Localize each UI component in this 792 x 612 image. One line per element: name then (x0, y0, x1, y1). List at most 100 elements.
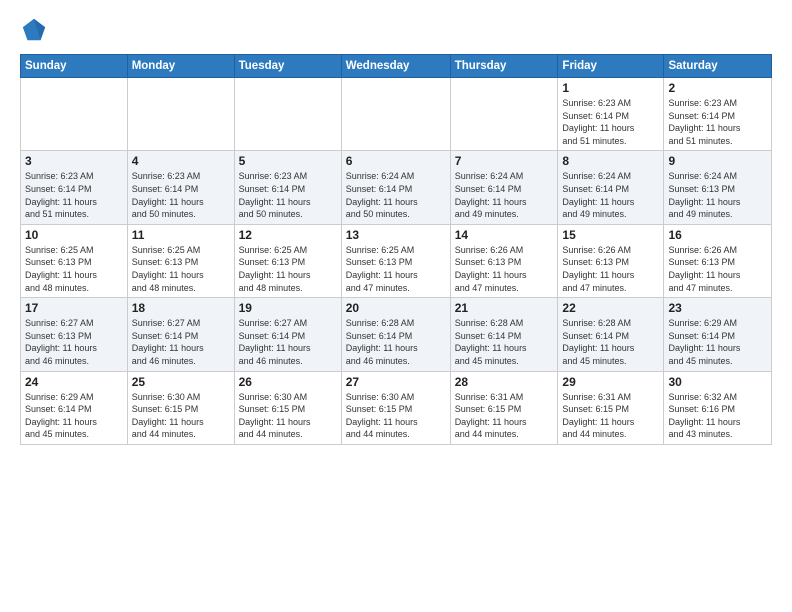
day-info: Sunrise: 6:29 AM Sunset: 6:14 PM Dayligh… (668, 317, 767, 367)
weekday-header-monday: Monday (127, 55, 234, 78)
calendar-cell: 13 Sunrise: 6:25 AM Sunset: 6:13 PM Dayli… (341, 224, 450, 297)
day-number: 4 (132, 154, 230, 168)
weekday-header-row: SundayMondayTuesdayWednesdayThursdayFrid… (21, 55, 772, 78)
day-number: 27 (346, 375, 446, 389)
day-number: 12 (239, 228, 337, 242)
weekday-header-saturday: Saturday (664, 55, 772, 78)
day-number: 21 (455, 301, 554, 315)
calendar-cell (127, 78, 234, 151)
day-info: Sunrise: 6:28 AM Sunset: 6:14 PM Dayligh… (346, 317, 446, 367)
day-info: Sunrise: 6:24 AM Sunset: 6:14 PM Dayligh… (346, 170, 446, 220)
calendar-cell: 9 Sunrise: 6:24 AM Sunset: 6:13 PM Daylig… (664, 151, 772, 224)
day-info: Sunrise: 6:30 AM Sunset: 6:15 PM Dayligh… (346, 391, 446, 441)
calendar-week-row: 17 Sunrise: 6:27 AM Sunset: 6:13 PM Dayli… (21, 298, 772, 371)
calendar-cell: 27 Sunrise: 6:30 AM Sunset: 6:15 PM Dayli… (341, 371, 450, 444)
day-info: Sunrise: 6:24 AM Sunset: 6:14 PM Dayligh… (562, 170, 659, 220)
day-info: Sunrise: 6:23 AM Sunset: 6:14 PM Dayligh… (562, 97, 659, 147)
day-info: Sunrise: 6:26 AM Sunset: 6:13 PM Dayligh… (455, 244, 554, 294)
day-info: Sunrise: 6:31 AM Sunset: 6:15 PM Dayligh… (562, 391, 659, 441)
day-info: Sunrise: 6:25 AM Sunset: 6:13 PM Dayligh… (25, 244, 123, 294)
calendar-table: SundayMondayTuesdayWednesdayThursdayFrid… (20, 54, 772, 445)
calendar-cell (450, 78, 558, 151)
day-number: 14 (455, 228, 554, 242)
day-info: Sunrise: 6:24 AM Sunset: 6:14 PM Dayligh… (455, 170, 554, 220)
calendar-cell: 20 Sunrise: 6:28 AM Sunset: 6:14 PM Dayli… (341, 298, 450, 371)
day-info: Sunrise: 6:31 AM Sunset: 6:15 PM Dayligh… (455, 391, 554, 441)
day-info: Sunrise: 6:25 AM Sunset: 6:13 PM Dayligh… (239, 244, 337, 294)
day-info: Sunrise: 6:23 AM Sunset: 6:14 PM Dayligh… (239, 170, 337, 220)
day-info: Sunrise: 6:26 AM Sunset: 6:13 PM Dayligh… (562, 244, 659, 294)
day-info: Sunrise: 6:24 AM Sunset: 6:13 PM Dayligh… (668, 170, 767, 220)
calendar-cell: 22 Sunrise: 6:28 AM Sunset: 6:14 PM Dayli… (558, 298, 664, 371)
calendar-cell: 2Sunrise: 6:23 AM Sunset: 6:14 PM Daylig… (664, 78, 772, 151)
day-info: Sunrise: 6:28 AM Sunset: 6:14 PM Dayligh… (562, 317, 659, 367)
day-number: 1 (562, 81, 659, 95)
day-info: Sunrise: 6:27 AM Sunset: 6:14 PM Dayligh… (239, 317, 337, 367)
calendar-cell: 24Sunrise: 6:29 AM Sunset: 6:14 PM Dayli… (21, 371, 128, 444)
calendar-cell: 5 Sunrise: 6:23 AM Sunset: 6:14 PM Daylig… (234, 151, 341, 224)
day-info: Sunrise: 6:23 AM Sunset: 6:14 PM Dayligh… (132, 170, 230, 220)
calendar-cell: 10 Sunrise: 6:25 AM Sunset: 6:13 PM Dayli… (21, 224, 128, 297)
day-info: Sunrise: 6:23 AM Sunset: 6:14 PM Dayligh… (25, 170, 123, 220)
day-number: 28 (455, 375, 554, 389)
day-number: 5 (239, 154, 337, 168)
weekday-header-tuesday: Tuesday (234, 55, 341, 78)
calendar-cell: 4 Sunrise: 6:23 AM Sunset: 6:14 PM Daylig… (127, 151, 234, 224)
calendar-cell: 1 Sunrise: 6:23 AM Sunset: 6:14 PM Daylig… (558, 78, 664, 151)
day-number: 30 (668, 375, 767, 389)
weekday-header-sunday: Sunday (21, 55, 128, 78)
calendar-week-row: 24Sunrise: 6:29 AM Sunset: 6:14 PM Dayli… (21, 371, 772, 444)
calendar-cell: 28 Sunrise: 6:31 AM Sunset: 6:15 PM Dayli… (450, 371, 558, 444)
calendar-cell: 15 Sunrise: 6:26 AM Sunset: 6:13 PM Dayli… (558, 224, 664, 297)
day-number: 16 (668, 228, 767, 242)
day-info: Sunrise: 6:32 AM Sunset: 6:16 PM Dayligh… (668, 391, 767, 441)
calendar-cell: 17 Sunrise: 6:27 AM Sunset: 6:13 PM Dayli… (21, 298, 128, 371)
day-number: 18 (132, 301, 230, 315)
day-number: 2 (668, 81, 767, 95)
calendar-week-row: 1 Sunrise: 6:23 AM Sunset: 6:14 PM Daylig… (21, 78, 772, 151)
day-number: 9 (668, 154, 767, 168)
day-number: 15 (562, 228, 659, 242)
calendar-cell: 26 Sunrise: 6:30 AM Sunset: 6:15 PM Dayli… (234, 371, 341, 444)
day-number: 10 (25, 228, 123, 242)
day-number: 6 (346, 154, 446, 168)
header (20, 16, 772, 44)
calendar-cell: 8 Sunrise: 6:24 AM Sunset: 6:14 PM Daylig… (558, 151, 664, 224)
calendar-cell (21, 78, 128, 151)
weekday-header-friday: Friday (558, 55, 664, 78)
day-info: Sunrise: 6:25 AM Sunset: 6:13 PM Dayligh… (346, 244, 446, 294)
day-number: 3 (25, 154, 123, 168)
calendar-cell: 30 Sunrise: 6:32 AM Sunset: 6:16 PM Dayli… (664, 371, 772, 444)
calendar-cell: 18 Sunrise: 6:27 AM Sunset: 6:14 PM Dayli… (127, 298, 234, 371)
day-number: 11 (132, 228, 230, 242)
logo (20, 16, 50, 44)
day-number: 19 (239, 301, 337, 315)
calendar-cell: 16 Sunrise: 6:26 AM Sunset: 6:13 PM Dayli… (664, 224, 772, 297)
day-number: 17 (25, 301, 123, 315)
day-number: 24 (25, 375, 123, 389)
day-number: 13 (346, 228, 446, 242)
day-number: 8 (562, 154, 659, 168)
weekday-header-thursday: Thursday (450, 55, 558, 78)
calendar-cell: 29 Sunrise: 6:31 AM Sunset: 6:15 PM Dayli… (558, 371, 664, 444)
calendar-cell: 6 Sunrise: 6:24 AM Sunset: 6:14 PM Daylig… (341, 151, 450, 224)
calendar-cell: 3 Sunrise: 6:23 AM Sunset: 6:14 PM Daylig… (21, 151, 128, 224)
day-info: Sunrise: 6:30 AM Sunset: 6:15 PM Dayligh… (239, 391, 337, 441)
day-info: Sunrise: 6:27 AM Sunset: 6:13 PM Dayligh… (25, 317, 123, 367)
day-info: Sunrise: 6:26 AM Sunset: 6:13 PM Dayligh… (668, 244, 767, 294)
page: SundayMondayTuesdayWednesdayThursdayFrid… (0, 0, 792, 461)
calendar-cell: 23 Sunrise: 6:29 AM Sunset: 6:14 PM Dayli… (664, 298, 772, 371)
day-number: 23 (668, 301, 767, 315)
calendar-cell: 25Sunrise: 6:30 AM Sunset: 6:15 PM Dayli… (127, 371, 234, 444)
calendar-cell: 12 Sunrise: 6:25 AM Sunset: 6:13 PM Dayli… (234, 224, 341, 297)
calendar-cell (341, 78, 450, 151)
day-number: 20 (346, 301, 446, 315)
logo-icon (20, 16, 48, 44)
calendar-cell: 7Sunrise: 6:24 AM Sunset: 6:14 PM Daylig… (450, 151, 558, 224)
calendar-cell: 19 Sunrise: 6:27 AM Sunset: 6:14 PM Dayli… (234, 298, 341, 371)
day-number: 26 (239, 375, 337, 389)
day-info: Sunrise: 6:27 AM Sunset: 6:14 PM Dayligh… (132, 317, 230, 367)
day-info: Sunrise: 6:30 AM Sunset: 6:15 PM Dayligh… (132, 391, 230, 441)
day-number: 29 (562, 375, 659, 389)
day-number: 22 (562, 301, 659, 315)
